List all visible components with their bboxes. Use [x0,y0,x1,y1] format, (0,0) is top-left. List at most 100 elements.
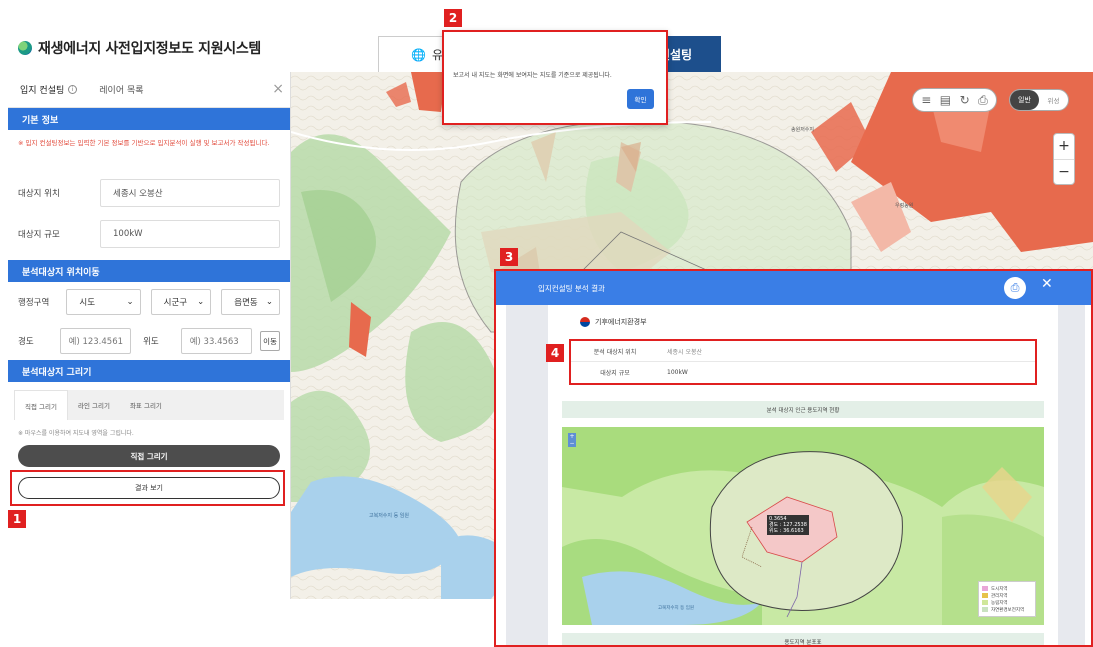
callout-badge-2: 2 [444,9,462,27]
legend-item: 자연환경보전지역 [982,606,1032,613]
site-info-table: 분석 대상지 위치 세종시 오봉산 대상지 규모 100kW [569,339,1037,385]
dialog-ok-button[interactable]: 확인 [627,89,654,109]
admin-row: 행정구역 시도 ⌄ 시군구 ⌄ 읍면동 ⌄ [8,282,290,322]
location-row: 대상지 위치 세종시 오봉산 [8,172,290,213]
legend-label: 도시지역 [991,586,1008,592]
area-icon[interactable]: ▤ [940,93,951,107]
legend-swatch [982,586,988,591]
sigungu-select-value: 시군구 [163,298,188,308]
chevron-down-icon: ⌄ [265,297,273,307]
sido-select-value: 시도 [79,298,96,308]
sigungu-select[interactable]: 시군구 ⌄ [150,289,212,315]
tab-coord-draw[interactable]: 좌표 그리기 [120,390,172,420]
map-section-header: 분석 대상지 인근 용도지역 현황 [562,401,1044,418]
ministry-logo: 기후에너지환경부 [580,317,647,327]
tab-layer-list-label: 레이어 목록 [99,86,144,96]
tab-line-draw[interactable]: 라인 그리기 [68,390,120,420]
zoom-control: + − [1053,133,1075,185]
map-label-lake: 고복저수지 등 임원 [369,513,409,519]
report-map: + − 0.3654 경도 : 127.2538 위도 : 36.6163 고복저… [562,427,1044,625]
basemap-toggle: 일반 위성 [1009,89,1069,111]
scale-label: 대상지 규모 [18,229,60,240]
section-move: 분석대상지 위치이동 [8,260,290,282]
popup-titlebar: 입지컨설팅 분석 결과 ⎙ ✕ [496,271,1091,305]
marker-lat: 위도 : 36.6163 [769,528,804,534]
map-label-reservoir: 송원저수지 [791,127,815,133]
coord-row: 경도 예) 123.4561 위도 예) 33.4563 이동 [8,322,290,360]
eupmyeondong-select[interactable]: 읍면동 ⌄ [221,289,280,315]
section-draw: 분석대상지 그리기 [8,360,290,382]
table-row: 분석 대상지 위치 세종시 오봉산 [571,341,1035,362]
zoom-in-button[interactable]: + [1054,134,1074,160]
callout-badge-4: 4 [546,344,564,362]
legend-swatch [982,600,988,605]
globe-icon: 🌐 [411,47,426,62]
map-toolbar: ≡ ▤ ↻ ⎙ [912,88,997,112]
print-icon[interactable]: ⎙ [978,93,988,108]
callout-badge-3: 3 [500,248,518,266]
popup-body: 기후에너지환경부 분석 대상지 위치 세종시 오봉산 대상지 규모 100kW … [506,305,1085,645]
legend-swatch [982,607,988,612]
close-icon[interactable]: × [272,81,284,97]
legend-item: 도시지역 [982,585,1032,592]
scale-input[interactable]: 100kW [100,219,280,248]
app-title: 재생에너지 사전입지정보도 지원시스템 [38,41,262,57]
legend-label: 자연환경보전지역 [991,607,1025,613]
location-label: 대상지 위치 [18,188,60,199]
callout-badge-1: 1 [8,510,26,528]
print-icon[interactable]: ⎙ [1004,277,1026,299]
basic-info-notice: ※ 입지 컨설팅정보는 입력한 기본 정보를 기반으로 입지분석이 실행 및 보… [18,139,270,147]
coord-marker: 0.3654 경도 : 127.2538 위도 : 36.6163 [767,515,809,535]
popup-title: 입지컨설팅 분석 결과 [538,283,605,293]
lat-label: 위도 [143,337,159,347]
consulting-panel: 입지 컨설팅 i 레이어 목록 × 기본 정보 ※ 입지 컨설팅정보는 입력한 … [8,72,291,599]
close-icon[interactable]: ✕ [1041,276,1053,292]
notice-dialog: 보고서 내 지도는 화면에 보여지는 지도를 기준으로 제공됩니다. 확인 [442,30,668,125]
location-input[interactable]: 세종시 오봉산 [100,178,280,207]
refresh-icon[interactable]: ↻ [960,93,970,107]
basemap-satellite-button[interactable]: 위성 [1039,95,1068,105]
lon-input[interactable]: 예) 123.4561 [59,328,132,354]
chevron-down-icon: ⌄ [197,297,205,307]
info-value: 세종시 오봉산 [667,348,703,356]
ministry-name: 기후에너지환경부 [595,318,647,326]
panel-tabs: 입지 컨설팅 i 레이어 목록 × [8,72,290,108]
scale-row: 대상지 규모 100kW [8,213,290,254]
direct-draw-button[interactable]: 직접 그리기 [18,445,280,467]
tab-direct-draw[interactable]: 직접 그리기 [14,390,68,420]
info-key: 분석 대상지 위치 [593,348,637,356]
dialog-message: 보고서 내 지도는 화면에 보여지는 지도를 기준으로 제공됩니다. [453,72,612,79]
taegeuk-icon [580,317,590,327]
table-row: 대상지 규모 100kW [571,362,1035,383]
landuse-legend: 도시지역 관리지역 농림지역 자연환경보전지역 [978,581,1036,617]
lon-label: 경도 [18,337,34,347]
tab-site-consulting-label: 입지 컨설팅 [20,86,65,96]
distribution-section-header: 용도지역 분포표 [562,633,1044,645]
legend-item: 농림지역 [982,599,1032,606]
info-icon[interactable]: i [68,85,78,94]
logo-icon [18,41,32,55]
legend-label: 관리지역 [991,593,1008,599]
chevron-down-icon: ⌄ [126,297,134,307]
callout-box-1 [10,470,285,506]
app-logo[interactable]: 재생에너지 사전입지정보도 지원시스템 [18,38,261,58]
analysis-result-popup: 입지컨설팅 분석 결과 ⎙ ✕ 기후에너지환경부 분석 대상지 위치 세종시 오… [494,269,1093,647]
section-basic-info: 기본 정보 [8,108,290,130]
draw-tabs: 직접 그리기 라인 그리기 좌표 그리기 [14,390,284,420]
tab-layer-list[interactable]: 레이어 목록 [99,83,143,96]
measure-icon[interactable]: ≡ [921,93,931,107]
draw-hint: ※ 마우스를 이용하여 지도내 영역을 그립니다. [18,430,134,437]
sido-select[interactable]: 시도 ⌄ [66,289,141,315]
zoom-out-button[interactable]: − [1054,160,1074,185]
report-paper: 기후에너지환경부 분석 대상지 위치 세종시 오봉산 대상지 규모 100kW … [548,305,1058,645]
lat-input[interactable]: 예) 33.4563 [180,328,253,354]
zoom-in-button[interactable]: + − [568,433,576,447]
eupmyeondong-select-value: 읍면동 [234,298,258,308]
move-button[interactable]: 이동 [260,331,280,351]
admin-label: 행정구역 [18,298,50,308]
legend-item: 관리지역 [982,592,1032,599]
tab-site-consulting[interactable]: 입지 컨설팅 i [20,83,78,96]
basemap-normal-button[interactable]: 일반 [1010,90,1039,110]
info-key: 대상지 규모 [600,370,630,377]
legend-label: 농림지역 [991,600,1008,606]
